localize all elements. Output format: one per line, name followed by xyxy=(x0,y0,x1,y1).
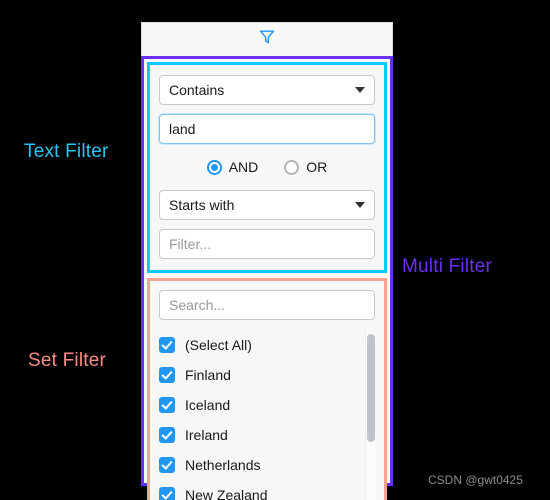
list-item[interactable]: Netherlands xyxy=(159,450,375,480)
checkbox-icon[interactable] xyxy=(159,487,175,500)
annotation-set-filter: Set Filter xyxy=(28,350,107,371)
text-filter-value-2-row xyxy=(159,229,375,259)
checkbox-icon[interactable] xyxy=(159,337,175,353)
chevron-down-icon xyxy=(355,87,365,93)
filter-tab-strip xyxy=(141,22,393,56)
multi-filter-body: Contains AND OR xyxy=(141,56,393,500)
list-item[interactable]: Ireland xyxy=(159,420,375,450)
join-operator-row: AND OR xyxy=(159,153,375,181)
set-filter-list: (Select All) Finland Iceland Ireland Net… xyxy=(159,330,375,500)
text-filter-section: Contains AND OR xyxy=(147,62,387,273)
text-filter-condition-1-row: Contains xyxy=(159,75,375,105)
list-item[interactable]: Finland xyxy=(159,360,375,390)
list-item-label: Ireland xyxy=(185,427,228,443)
list-item-label: Iceland xyxy=(185,397,231,413)
annotation-text-filter: Text Filter xyxy=(24,141,109,162)
checkbox-icon[interactable] xyxy=(159,427,175,443)
set-filter-section: (Select All) Finland Iceland Ireland xyxy=(147,278,387,500)
text-filter-operator-1-value: Contains xyxy=(169,82,225,98)
filter-funnel-icon[interactable] xyxy=(259,29,275,50)
text-filter-value-1-row xyxy=(159,114,375,144)
text-filter-operator-2-value: Starts with xyxy=(169,197,235,213)
checkbox-icon[interactable] xyxy=(159,457,175,473)
join-operator-or-label: OR xyxy=(306,159,328,175)
list-item-label: New Zealand xyxy=(185,487,268,500)
set-filter-scrollbar[interactable] xyxy=(365,332,375,500)
list-item[interactable]: Iceland xyxy=(159,390,375,420)
text-filter-value-1-input[interactable] xyxy=(159,114,375,144)
text-filter-operator-2-select[interactable]: Starts with xyxy=(159,190,375,220)
watermark: CSDN @gwt0425 xyxy=(428,473,523,487)
list-item[interactable]: New Zealand xyxy=(159,480,375,500)
checkbox-icon[interactable] xyxy=(159,367,175,383)
radio-or-icon[interactable] xyxy=(284,159,300,175)
multi-filter-panel: Contains AND OR xyxy=(141,22,393,500)
chevron-down-icon xyxy=(355,202,365,208)
join-operator-and-option[interactable]: AND xyxy=(206,159,259,175)
join-operator-or-option[interactable]: OR xyxy=(284,159,327,175)
list-item-label: Finland xyxy=(185,367,231,383)
list-item-label: Netherlands xyxy=(185,457,261,473)
set-filter-search-input[interactable] xyxy=(159,290,375,320)
checkbox-icon[interactable] xyxy=(159,397,175,413)
join-operator-and-label: AND xyxy=(228,159,259,175)
screenshot-root: Text Filter Set Filter Multi Filter CSDN… xyxy=(0,0,550,500)
text-filter-value-2-input[interactable] xyxy=(159,229,375,259)
annotation-multi-filter: Multi Filter xyxy=(402,256,493,277)
list-item[interactable]: (Select All) xyxy=(159,330,375,360)
radio-and-icon[interactable] xyxy=(206,159,222,175)
text-filter-condition-2-row: Starts with xyxy=(159,190,375,220)
text-filter-operator-1-select[interactable]: Contains xyxy=(159,75,375,105)
list-item-label: (Select All) xyxy=(185,337,252,353)
set-filter-scrollbar-thumb[interactable] xyxy=(367,334,375,442)
